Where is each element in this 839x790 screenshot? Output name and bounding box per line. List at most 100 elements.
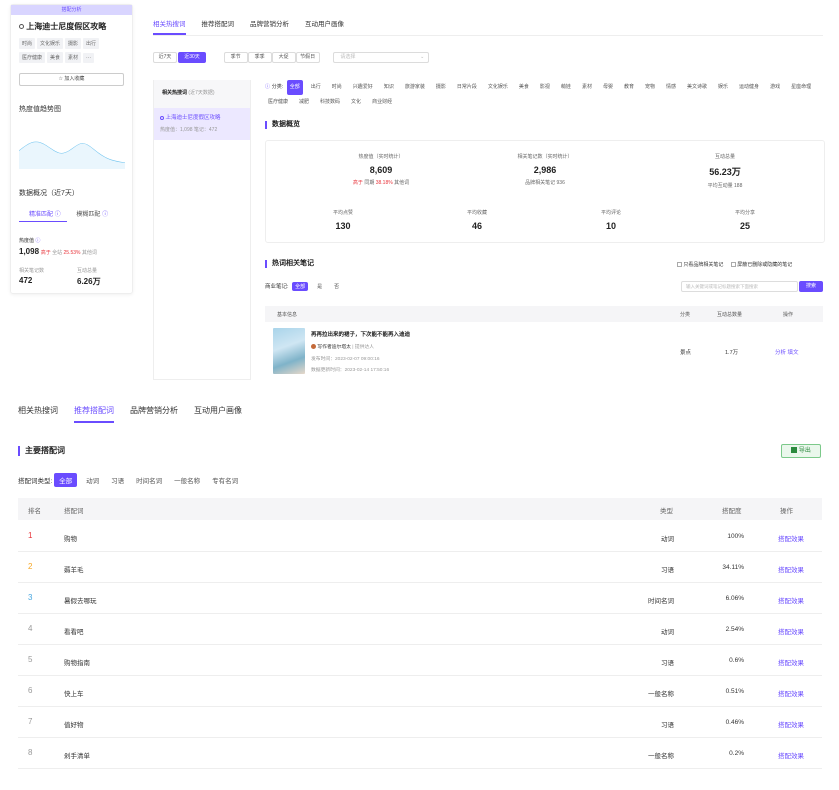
type-general-noun[interactable]: 一般名称 bbox=[171, 474, 203, 486]
more-tags-button[interactable]: ··· bbox=[83, 53, 95, 63]
category-chip[interactable]: 运动健身 bbox=[736, 80, 762, 95]
hotword-item[interactable]: 上海迪士尼度假区攻略 热度值：1,098 笔记：472 bbox=[154, 108, 250, 140]
business-all[interactable]: 全部 bbox=[292, 282, 309, 291]
tab-recommended-words[interactable]: 推荐搭配词 bbox=[202, 18, 235, 33]
row-word: 值好物 bbox=[64, 722, 84, 729]
collocation-row[interactable]: 6 快上车 一般名称 0.51% 搭配效果 bbox=[18, 676, 822, 707]
category-chip[interactable]: 文化娱乐 bbox=[485, 80, 511, 95]
collocation-row[interactable]: 4 看看吧 动词 2.54% 搭配效果 bbox=[18, 614, 822, 645]
add-favorite-button[interactable]: ☆ 加入收藏 bbox=[19, 73, 124, 86]
category-chip[interactable]: 知识 bbox=[381, 80, 397, 95]
type-all[interactable]: 全部 bbox=[54, 473, 78, 487]
category-chip[interactable]: 美文诗歌 bbox=[684, 80, 710, 95]
business-no[interactable]: 否 bbox=[331, 282, 342, 291]
row-type: 动词 bbox=[661, 629, 674, 636]
notes-search-input[interactable]: 输入关键词或笔记标题搜索下面搜索 bbox=[681, 281, 798, 292]
period-select[interactable]: 请选择 ⌄ bbox=[333, 52, 430, 63]
collocation-row[interactable]: 7 值好物 习语 0.46% 搭配效果 bbox=[18, 707, 822, 738]
tab-brand-marketing[interactable]: 品牌营销分析 bbox=[250, 18, 289, 33]
collocation-row[interactable]: 1 购物 动词 100% 搭配效果 bbox=[18, 521, 822, 552]
type-label: 搭配词类型: bbox=[18, 478, 53, 485]
notes-title: 热词相关笔记 bbox=[265, 260, 314, 268]
category-chip[interactable]: 时尚 bbox=[329, 80, 345, 95]
row-effect-link[interactable]: 搭配效果 bbox=[778, 719, 804, 729]
type-idiom[interactable]: 习语 bbox=[108, 474, 127, 486]
category-chip[interactable]: 全部 bbox=[286, 80, 303, 95]
row-rank: 5 bbox=[28, 655, 33, 664]
category-chip[interactable]: 教育 bbox=[621, 80, 637, 95]
btn-season[interactable]: 季节 bbox=[223, 52, 248, 63]
category-info-icon: ⓘ bbox=[265, 84, 271, 90]
search-button[interactable]: 搜索 bbox=[799, 281, 823, 292]
category-chip[interactable]: 游戏 bbox=[767, 80, 783, 95]
heat-trend-chart bbox=[19, 141, 125, 169]
type-time-noun[interactable]: 时间名词 bbox=[133, 474, 165, 486]
category-chip[interactable]: 医疗健康 bbox=[265, 95, 291, 110]
note-fill-link[interactable]: 填文 bbox=[788, 350, 799, 356]
btn-season[interactable]: 季季 bbox=[247, 52, 272, 63]
category-chip[interactable]: 减肥 bbox=[296, 95, 312, 110]
row-effect-link[interactable]: 搭配效果 bbox=[778, 595, 804, 605]
collocation-row[interactable]: 2 薅羊毛 习语 34.11% 搭配效果 bbox=[18, 552, 822, 583]
type-proper-noun[interactable]: 专有名词 bbox=[209, 474, 241, 486]
category-chip[interactable]: 文化 bbox=[348, 95, 364, 110]
btn-promo[interactable]: 大促 bbox=[271, 52, 296, 63]
category-chip[interactable]: 星座命理 bbox=[788, 80, 814, 95]
row-effect-link[interactable]: 搭配效果 bbox=[778, 626, 804, 636]
category-chip[interactable]: 情感 bbox=[663, 80, 679, 95]
keyword-icon bbox=[19, 24, 24, 30]
business-yes[interactable]: 是 bbox=[314, 282, 325, 291]
tab-user-profile[interactable]: 互动用户画像 bbox=[194, 405, 242, 421]
row-degree: 100% bbox=[727, 533, 744, 540]
heat-value: 1,098 bbox=[19, 247, 40, 256]
row-effect-link[interactable]: 搭配效果 bbox=[778, 533, 804, 543]
chevron-down-icon: ⌄ bbox=[420, 54, 425, 60]
tab-user-profile[interactable]: 互动用户画像 bbox=[305, 18, 344, 33]
row-effect-link[interactable]: 搭配效果 bbox=[778, 688, 804, 698]
row-degree: 6.06% bbox=[725, 595, 744, 602]
category-chip[interactable]: 兴趣爱好 bbox=[350, 80, 376, 95]
btn-holiday[interactable]: 节假日 bbox=[295, 52, 320, 63]
category-chip[interactable]: 出行 bbox=[308, 80, 324, 95]
category-chip[interactable]: 美食 bbox=[516, 80, 532, 95]
tab-fuzzy-match[interactable]: 模糊匹配 ⓘ bbox=[68, 209, 108, 221]
brand-notes-checkbox[interactable] bbox=[677, 262, 682, 268]
tab-brand-marketing[interactable]: 品牌营销分析 bbox=[130, 405, 178, 421]
notes-label: 相关笔记数 bbox=[19, 268, 45, 274]
tab-related-hotwords[interactable]: 相关热搜词 bbox=[18, 405, 58, 421]
interaction-value: 6.26万 bbox=[77, 277, 101, 286]
category-chip[interactable]: 科技数码 bbox=[317, 95, 343, 110]
stat-interaction: 互动总量 56.23万 平均互动量 188 bbox=[707, 154, 743, 189]
btn-7days[interactable]: 近7天 bbox=[153, 52, 177, 63]
category-chip[interactable]: 旅游家装 bbox=[402, 80, 428, 95]
row-effect-link[interactable]: 搭配效果 bbox=[778, 750, 804, 760]
tab-recommended-words[interactable]: 推荐搭配词 bbox=[74, 405, 114, 423]
tab-exact-match[interactable]: 精准匹配 ⓘ bbox=[19, 209, 67, 222]
category-filter: ⓘ 分类: 全部 出行 时尚 兴趣爱好 知识 旅游家装 摄影 日常片段 文化娱乐 美食 影视 萌娃 素材… bbox=[265, 80, 827, 110]
row-effect-link[interactable]: 搭配效果 bbox=[778, 657, 804, 667]
hide-deleted-checkbox[interactable] bbox=[730, 262, 736, 268]
category-chip[interactable]: 宠物 bbox=[642, 80, 658, 95]
category-chip[interactable]: 素材 bbox=[579, 80, 595, 95]
category-chip[interactable]: 娱乐 bbox=[715, 80, 731, 95]
row-word: 快上车 bbox=[64, 691, 84, 698]
category-chip[interactable]: 萌娃 bbox=[558, 80, 574, 95]
note-update-time: 数据更新时间：2023-02-14 17:50:16 bbox=[311, 368, 390, 373]
category-chip[interactable]: 商业财经 bbox=[369, 95, 395, 110]
note-analyze-link[interactable]: 分析 bbox=[775, 350, 786, 356]
row-effect-link[interactable]: 搭配效果 bbox=[778, 564, 804, 574]
tab-related-hotwords[interactable]: 相关热搜词 bbox=[153, 18, 186, 35]
note-row[interactable]: 再再拉出来的裙子，下次能不能再入迪迪 写作者迪尔塔太 | 提供达人 发布时间：2… bbox=[265, 324, 823, 378]
btn-30days[interactable]: 近30天 bbox=[178, 52, 206, 63]
collocation-row[interactable]: 3 暑假去哪玩 时间名词 6.06% 搭配效果 bbox=[18, 583, 822, 614]
category-chip[interactable]: 摄影 bbox=[433, 80, 449, 95]
note-author: 写作者迪尔塔太 bbox=[317, 345, 351, 350]
collocation-row[interactable]: 8 剁手清单 一般名称 0.2% 搭配效果 bbox=[18, 738, 822, 769]
category-chip[interactable]: 日常片段 bbox=[454, 80, 480, 95]
collocation-row[interactable]: 5 购物指南 习语 0.6% 搭配效果 bbox=[18, 645, 822, 676]
note-title[interactable]: 再再拉出来的裙子，下次能不能再入迪迪 bbox=[311, 330, 410, 338]
type-verb[interactable]: 动词 bbox=[83, 474, 102, 486]
category-chip[interactable]: 母婴 bbox=[600, 80, 616, 95]
export-button[interactable]: 导出 bbox=[781, 444, 821, 458]
category-chip[interactable]: 影视 bbox=[537, 80, 553, 95]
